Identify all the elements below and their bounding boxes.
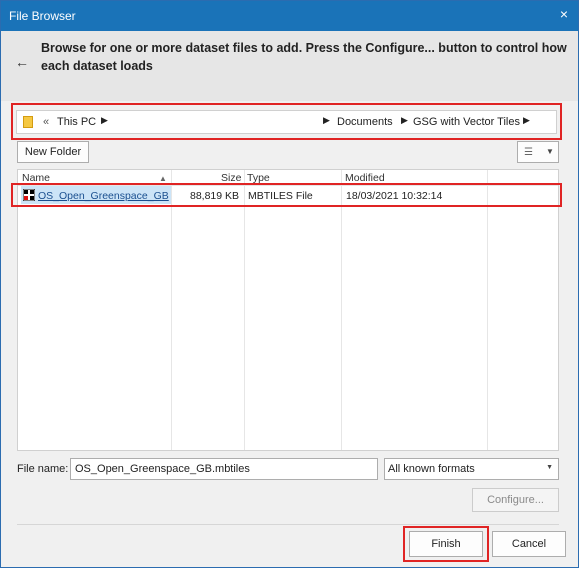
configure-button[interactable]: Configure... [472, 488, 559, 512]
new-folder-button[interactable]: New Folder [17, 141, 89, 163]
column-divider [171, 170, 172, 450]
chevron-right-icon[interactable]: ▶ [101, 115, 108, 126]
column-divider [487, 170, 488, 450]
chevron-down-icon: ▼ [546, 464, 553, 471]
mbtiles-file-icon [23, 189, 35, 201]
view-options-button[interactable]: ☰ ▼ [517, 141, 559, 163]
chevron-right-icon[interactable]: ▶ [323, 115, 330, 126]
file-name-input[interactable]: OS_Open_Greenspace_GB.mbtiles [70, 458, 378, 480]
column-header-size[interactable]: Size [221, 172, 241, 186]
file-size-cell: 88,819 KB [190, 190, 240, 202]
file-list[interactable]: Name ▲ Size Type Modified OS_Open_Greens… [17, 169, 559, 451]
column-header-name[interactable]: Name [22, 172, 50, 186]
cancel-button[interactable]: Cancel [492, 531, 566, 557]
chevron-down-icon: ▼ [546, 147, 554, 156]
list-view-icon: ☰ [524, 147, 533, 158]
folder-icon [23, 116, 33, 128]
breadcrumb-gsg-with-vector-tiles[interactable]: GSG with Vector Tiles [413, 116, 520, 128]
breadcrumb-overflow[interactable]: « [43, 116, 49, 128]
finish-button[interactable]: Finish [409, 531, 483, 557]
file-name-label: File name: [17, 463, 69, 475]
window-title: File Browser [9, 9, 76, 23]
column-header-modified[interactable]: Modified [345, 172, 385, 186]
chevron-right-icon[interactable]: ▶ [401, 115, 408, 126]
breadcrumb-this-pc[interactable]: This PC [57, 116, 96, 128]
file-format-select[interactable]: All known formats ▼ [384, 458, 559, 480]
title-bar: File Browser × [1, 1, 578, 31]
back-arrow-icon[interactable]: ← [15, 54, 29, 70]
file-format-selected: All known formats [388, 463, 475, 475]
instruction-text: Browse for one or more dataset files to … [41, 41, 567, 73]
file-type-cell: MBTILES File [248, 190, 313, 202]
breadcrumb[interactable]: « This PC ▶ ▶ Documents ▶ GSG with Vecto… [16, 110, 557, 134]
column-header-type[interactable]: Type [247, 172, 270, 186]
column-divider [341, 170, 342, 450]
column-divider [244, 170, 245, 450]
file-modified-cell: 18/03/2021 10:32:14 [346, 190, 443, 202]
breadcrumb-documents[interactable]: Documents [337, 116, 393, 128]
file-name-cell[interactable]: OS_Open_Greenspace_GB [38, 190, 169, 202]
dialog-header: ← Browse for one or more dataset files t… [1, 31, 578, 101]
footer-divider [17, 524, 559, 525]
close-icon[interactable]: × [560, 6, 568, 22]
chevron-right-icon[interactable]: ▶ [523, 115, 530, 126]
